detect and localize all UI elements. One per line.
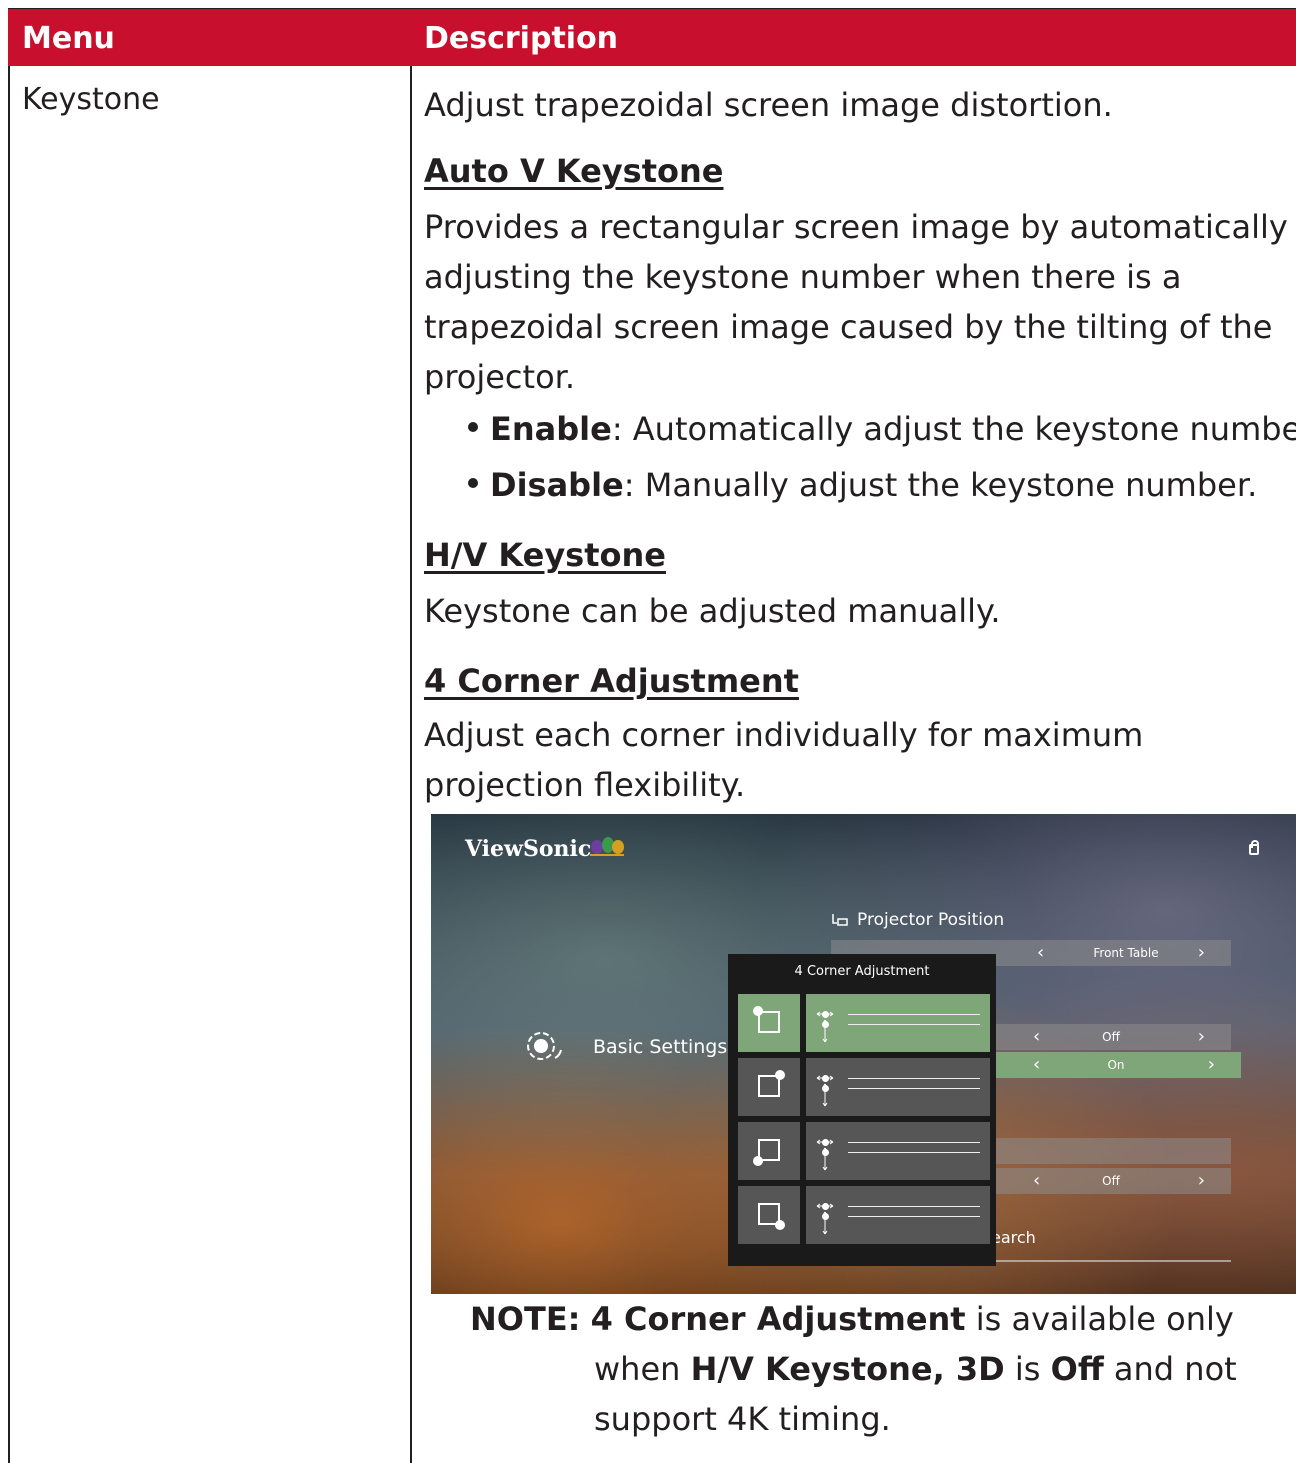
chevron-right-icon[interactable]: › [1208,1054,1215,1075]
basic-settings-label: Basic Settings [593,1036,728,1058]
corner-bottom-left-button[interactable] [738,1122,800,1180]
note-line: NOTE: 4 Corner Adjustment is available o… [470,1300,1234,1338]
projector-position-icon [832,914,848,926]
hv-keystone-heading: H/V Keystone [424,536,666,574]
option-row-off[interactable]: ‹ Off › [991,1024,1231,1050]
corner-adjustment-panel: 4 Corner Adjustment [728,954,996,1266]
corner-top-right-button[interactable] [738,1058,800,1116]
auto-v-line: Provides a rectangular screen image by a… [424,208,1288,246]
keystone-table: Menu Description Keystone Adjust trapezo… [8,8,1296,1463]
intro-text: Adjust trapezoidal screen image distorti… [424,86,1113,124]
table-divider [410,66,412,1463]
birds-logo-icon [590,837,624,856]
menu-item-keystone: Keystone [22,82,160,117]
bullet-dot [468,478,478,488]
note-label: NOTE: [470,1300,581,1338]
auto-v-line: trapezoidal screen image caused by the t… [424,308,1273,346]
note-line: support 4K timing. [594,1400,891,1438]
brand-logo: ViewSonic [465,836,592,862]
corner-line: Adjust each corner individually for maxi… [424,716,1144,754]
auto-v-keystone-heading: Auto V Keystone [424,152,724,190]
table-border-left [8,66,10,1463]
search-label: earch [991,1228,1036,1247]
projector-position-label: Projector Position [831,910,1004,930]
auto-v-line: adjusting the keystone number when there… [424,258,1182,296]
corner-bottom-right-button[interactable] [738,1186,800,1244]
table-header: Menu Description [8,8,1296,66]
bullet-disable: Disable: Manually adjust the keystone nu… [424,460,1257,510]
note-line: when H/V Keystone, 3D is Off and not [594,1350,1237,1388]
corner-top-right-slider[interactable] [806,1058,990,1116]
lock-icon [1249,840,1259,855]
hv-keystone-text: Keystone can be adjusted manually. [424,592,1001,630]
bullet-enable: Enable: Automatically adjust the keyston… [424,404,1296,454]
corner-top-left-slider[interactable] [806,994,990,1052]
corner-bottom-right-slider[interactable] [806,1186,990,1244]
corner-top-left-button[interactable] [738,994,800,1052]
search-underline [991,1260,1231,1262]
option-row-off-2[interactable]: ‹ Off › [991,1168,1231,1194]
corner-adjustment-heading: 4 Corner Adjustment [424,662,799,700]
header-description: Description [424,21,619,56]
gear-icon [527,1032,562,1060]
chevron-right-icon[interactable]: › [1198,1026,1205,1047]
chevron-right-icon[interactable]: › [1198,942,1205,963]
bullet-dot [468,422,478,432]
corner-bottom-left-slider[interactable] [806,1122,990,1180]
osd-screenshot: ViewSonic Projector Position ‹ Front Tab… [431,814,1296,1294]
note: NOTE: 4 Corner Adjustment is available o… [470,1294,1237,1444]
option-row-blank[interactable] [991,1138,1231,1164]
auto-v-line: projector. [424,358,576,396]
option-row-on[interactable]: ‹ On › [991,1052,1241,1078]
chevron-right-icon[interactable]: › [1198,1170,1205,1191]
corner-line: projection flexibility. [424,766,746,804]
header-menu: Menu [22,21,115,56]
panel-title: 4 Corner Adjustment [794,964,930,979]
